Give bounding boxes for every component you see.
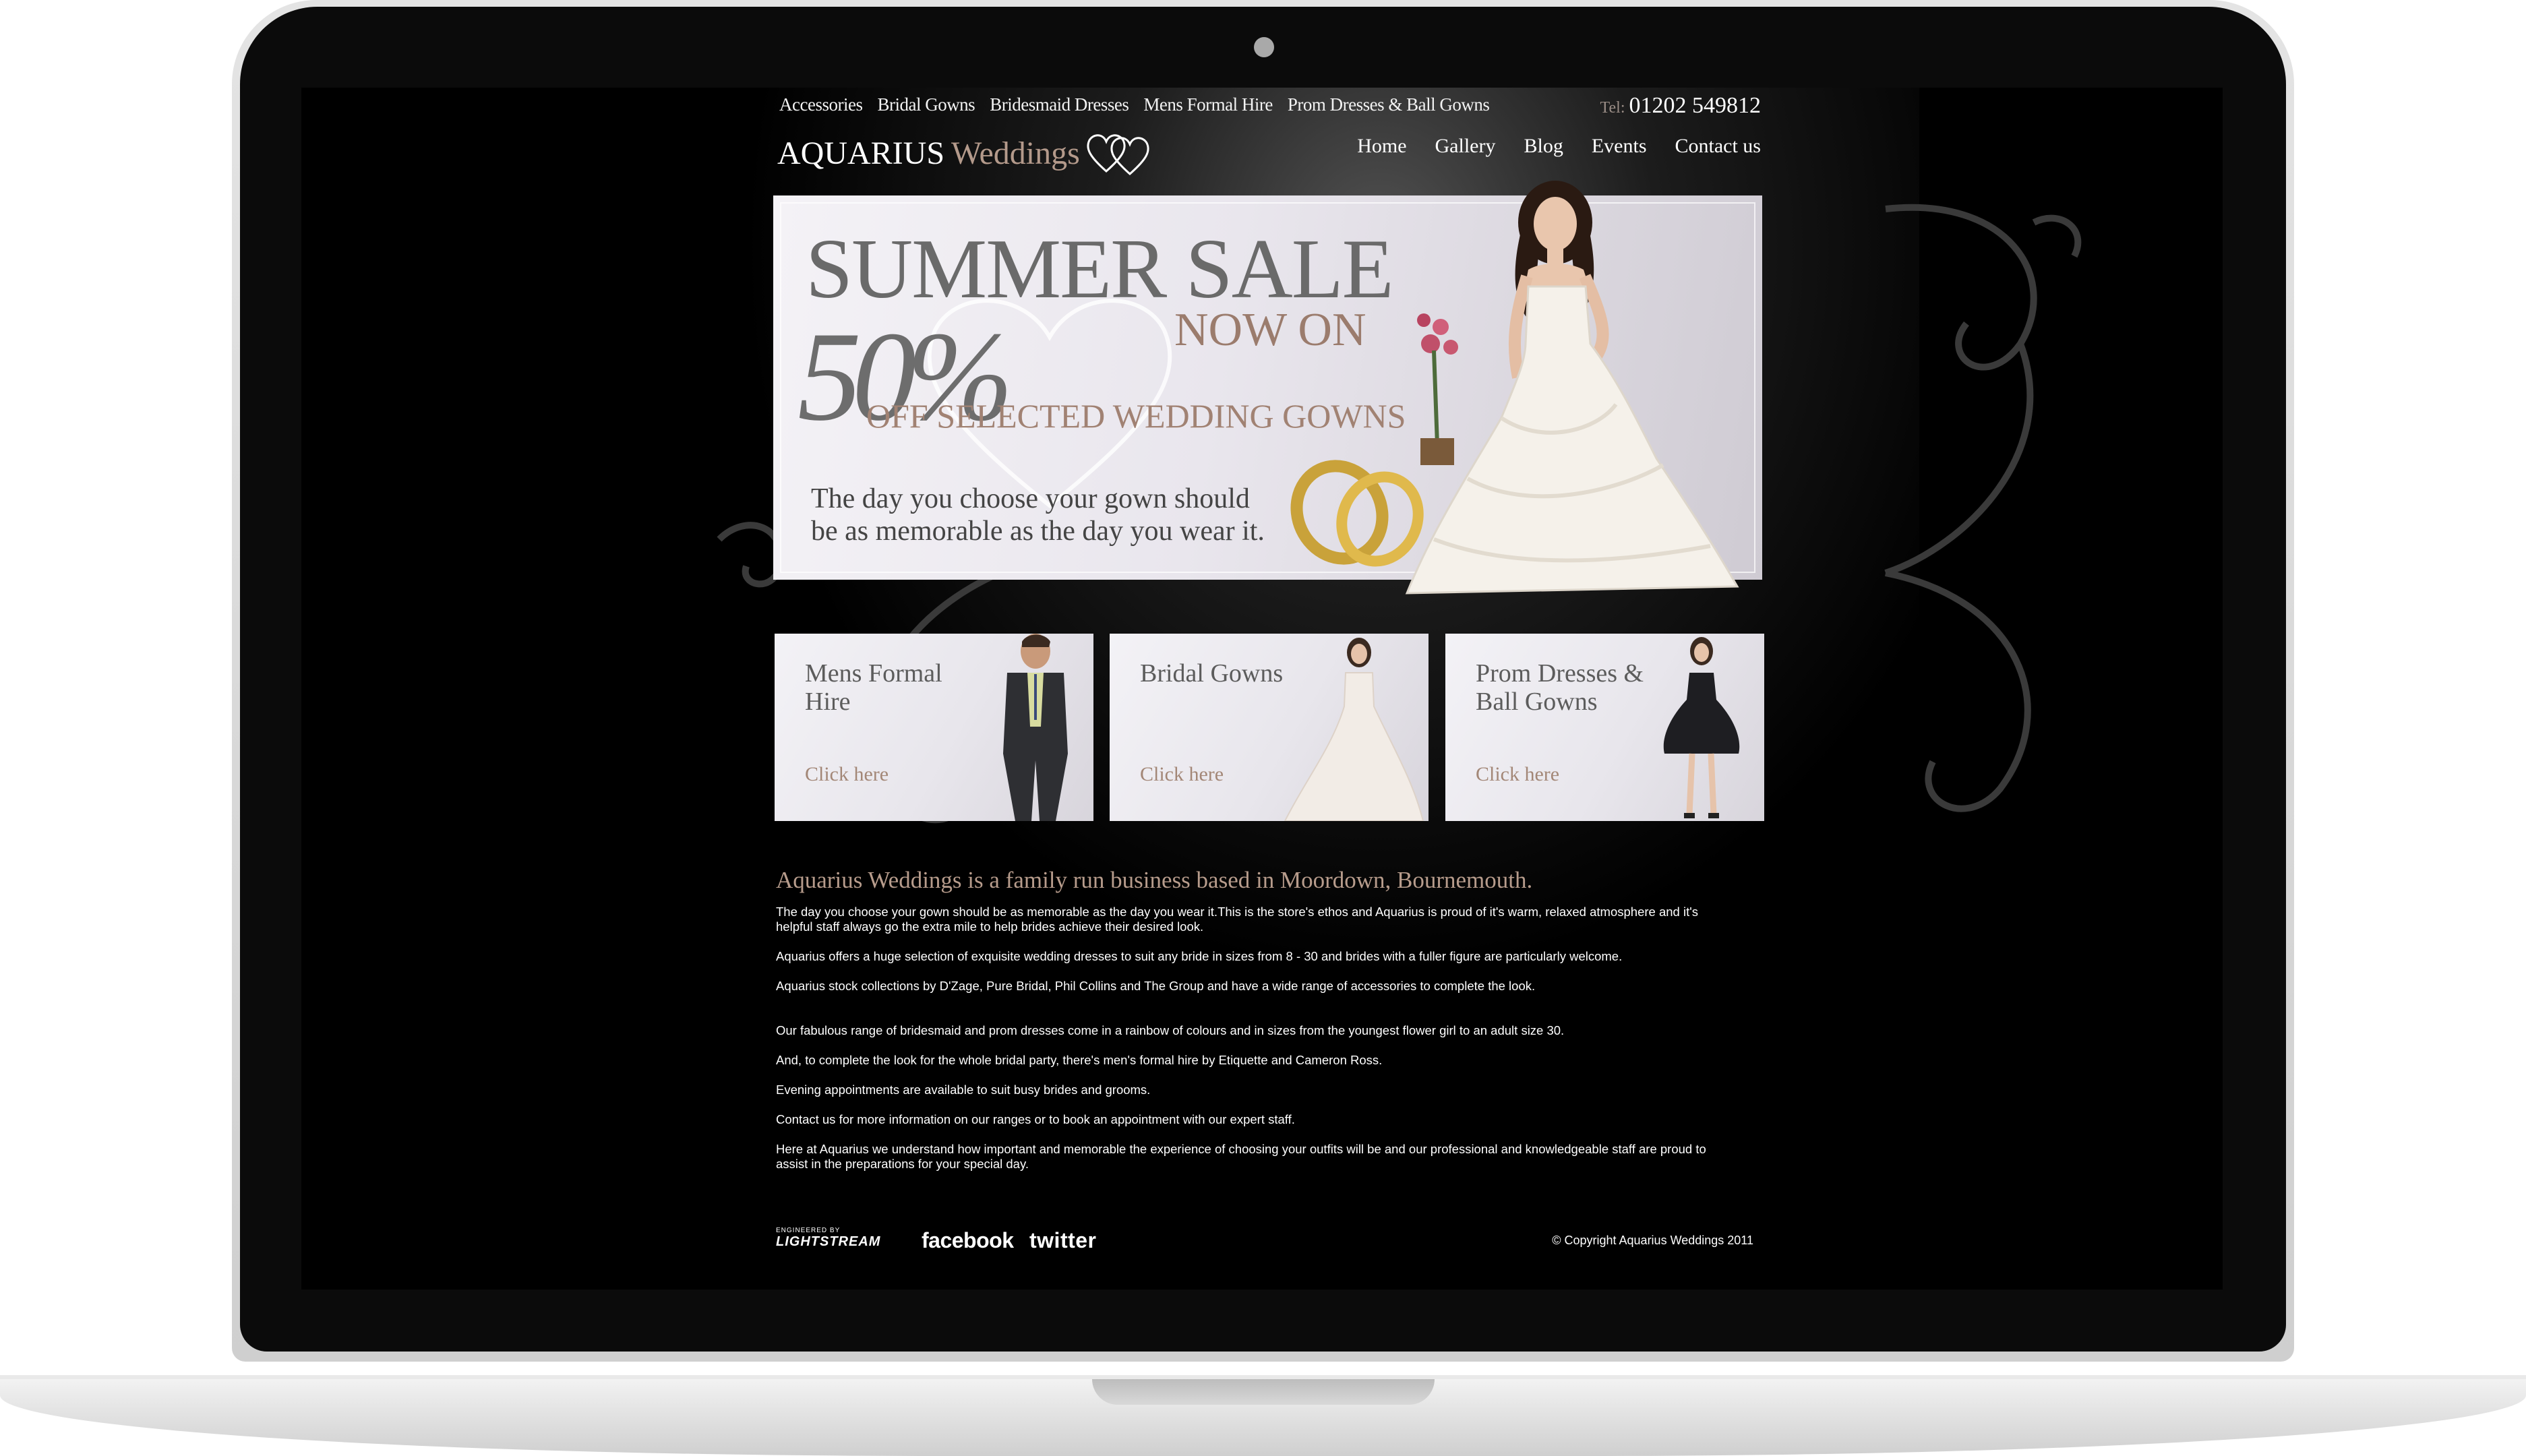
lightstream-logo: LIGHTSTREAM bbox=[776, 1234, 881, 1249]
top-nav-prom-dresses[interactable]: Prom Dresses & Ball Gowns bbox=[1288, 94, 1490, 115]
phone-number: Tel: 01202 549812 bbox=[1600, 93, 1761, 119]
logo-accent-text: Weddings bbox=[951, 135, 1080, 171]
engineered-by-label: ENGINEERED BY bbox=[776, 1227, 841, 1234]
nav-contact-us[interactable]: Contact us bbox=[1675, 135, 1762, 158]
paragraph: Evening appointments are available to su… bbox=[776, 1083, 1151, 1097]
feature-bridal-gowns[interactable]: Bridal Gowns Click here bbox=[1110, 634, 1429, 821]
copyright-text: © Copyright Aquarius Weddings 2011 bbox=[1552, 1234, 1753, 1247]
paragraph: Our fabulous range of bridesmaid and pro… bbox=[776, 1023, 1565, 1037]
body-text: The day you choose your gown should be a… bbox=[776, 905, 1733, 1186]
feature-click-here-link[interactable]: Click here bbox=[1476, 763, 1559, 786]
paragraph: Aquarius offers a huge selection of exqu… bbox=[776, 949, 1623, 963]
phone-prefix: Tel: bbox=[1600, 99, 1625, 117]
camera-icon bbox=[1254, 37, 1274, 57]
nav-gallery[interactable]: Gallery bbox=[1435, 135, 1496, 158]
paragraph: And, to complete the look for the whole … bbox=[776, 1053, 1383, 1067]
banner-tagline: The day you choose your gown should be a… bbox=[811, 483, 1265, 547]
top-nav-accessories[interactable]: Accessories bbox=[779, 94, 863, 115]
bride-image bbox=[1405, 181, 1739, 595]
main-nav: Home Gallery Blog Events Contact us bbox=[1357, 135, 1761, 158]
feature-prom-dresses[interactable]: Prom Dresses & Ball Gowns Click here bbox=[1445, 634, 1764, 821]
intro-heading: Aquarius Weddings is a family run busine… bbox=[776, 867, 1533, 893]
feature-mens-formal-hire[interactable]: Mens Formal Hire Click here bbox=[775, 634, 1093, 821]
groom-image bbox=[1003, 634, 1068, 821]
top-nav: Accessories Bridal Gowns Bridesmaid Dres… bbox=[779, 94, 1490, 115]
nav-blog[interactable]: Blog bbox=[1524, 135, 1563, 158]
flower-bouquet bbox=[1417, 313, 1458, 465]
laptop-notch bbox=[1092, 1379, 1435, 1405]
website-page: Accessories Bridal Gowns Bridesmaid Dres… bbox=[773, 88, 1768, 1290]
prom-dress-image bbox=[1663, 637, 1740, 818]
feature-click-here-link[interactable]: Click here bbox=[805, 763, 889, 786]
sale-banner[interactable]: SUMMER SALE NOW ON 50% OFF SELECTED WEDD… bbox=[773, 181, 1762, 595]
feature-title: Prom Dresses & Ball Gowns bbox=[1476, 659, 1644, 716]
nav-home[interactable]: Home bbox=[1357, 135, 1406, 158]
twitter-link[interactable]: twitter bbox=[1029, 1228, 1097, 1253]
top-nav-bridesmaid-dresses[interactable]: Bridesmaid Dresses bbox=[990, 94, 1129, 115]
top-nav-bridal-gowns[interactable]: Bridal Gowns bbox=[877, 94, 975, 115]
feature-title: Mens Formal Hire bbox=[805, 659, 942, 716]
site-logo[interactable]: AQUARIUS Weddings bbox=[777, 129, 1157, 177]
paragraph: Aquarius stock collections by D'Zage, Pu… bbox=[776, 979, 1536, 993]
facebook-link[interactable]: facebook bbox=[922, 1228, 1014, 1253]
banner-offer: OFF SELECTED WEDDING GOWNS bbox=[866, 397, 1406, 435]
footer: ENGINEERED BY LIGHTSTREAM facebook twitt… bbox=[776, 1227, 1760, 1254]
paragraph: Here at Aquarius we understand how impor… bbox=[776, 1142, 1706, 1171]
paragraph: The day you choose your gown should be a… bbox=[776, 905, 1698, 934]
phone-digits: 01202 549812 bbox=[1629, 93, 1762, 118]
feature-click-here-link[interactable]: Click here bbox=[1140, 763, 1224, 786]
banner-now-on: NOW ON bbox=[1174, 304, 1366, 356]
paragraph: Contact us for more information on our r… bbox=[776, 1112, 1295, 1126]
screen: Accessories Bridal Gowns Bridesmaid Dres… bbox=[301, 88, 2223, 1290]
hearts-icon bbox=[1087, 134, 1149, 175]
nav-events[interactable]: Events bbox=[1592, 135, 1647, 158]
lightstream-credit-link[interactable]: ENGINEERED BY LIGHTSTREAM bbox=[776, 1227, 880, 1250]
logo-main-text: AQUARIUS bbox=[777, 135, 945, 171]
bride-thumbnail-image bbox=[1284, 638, 1424, 821]
top-nav-mens-formal-hire[interactable]: Mens Formal Hire bbox=[1143, 94, 1273, 115]
